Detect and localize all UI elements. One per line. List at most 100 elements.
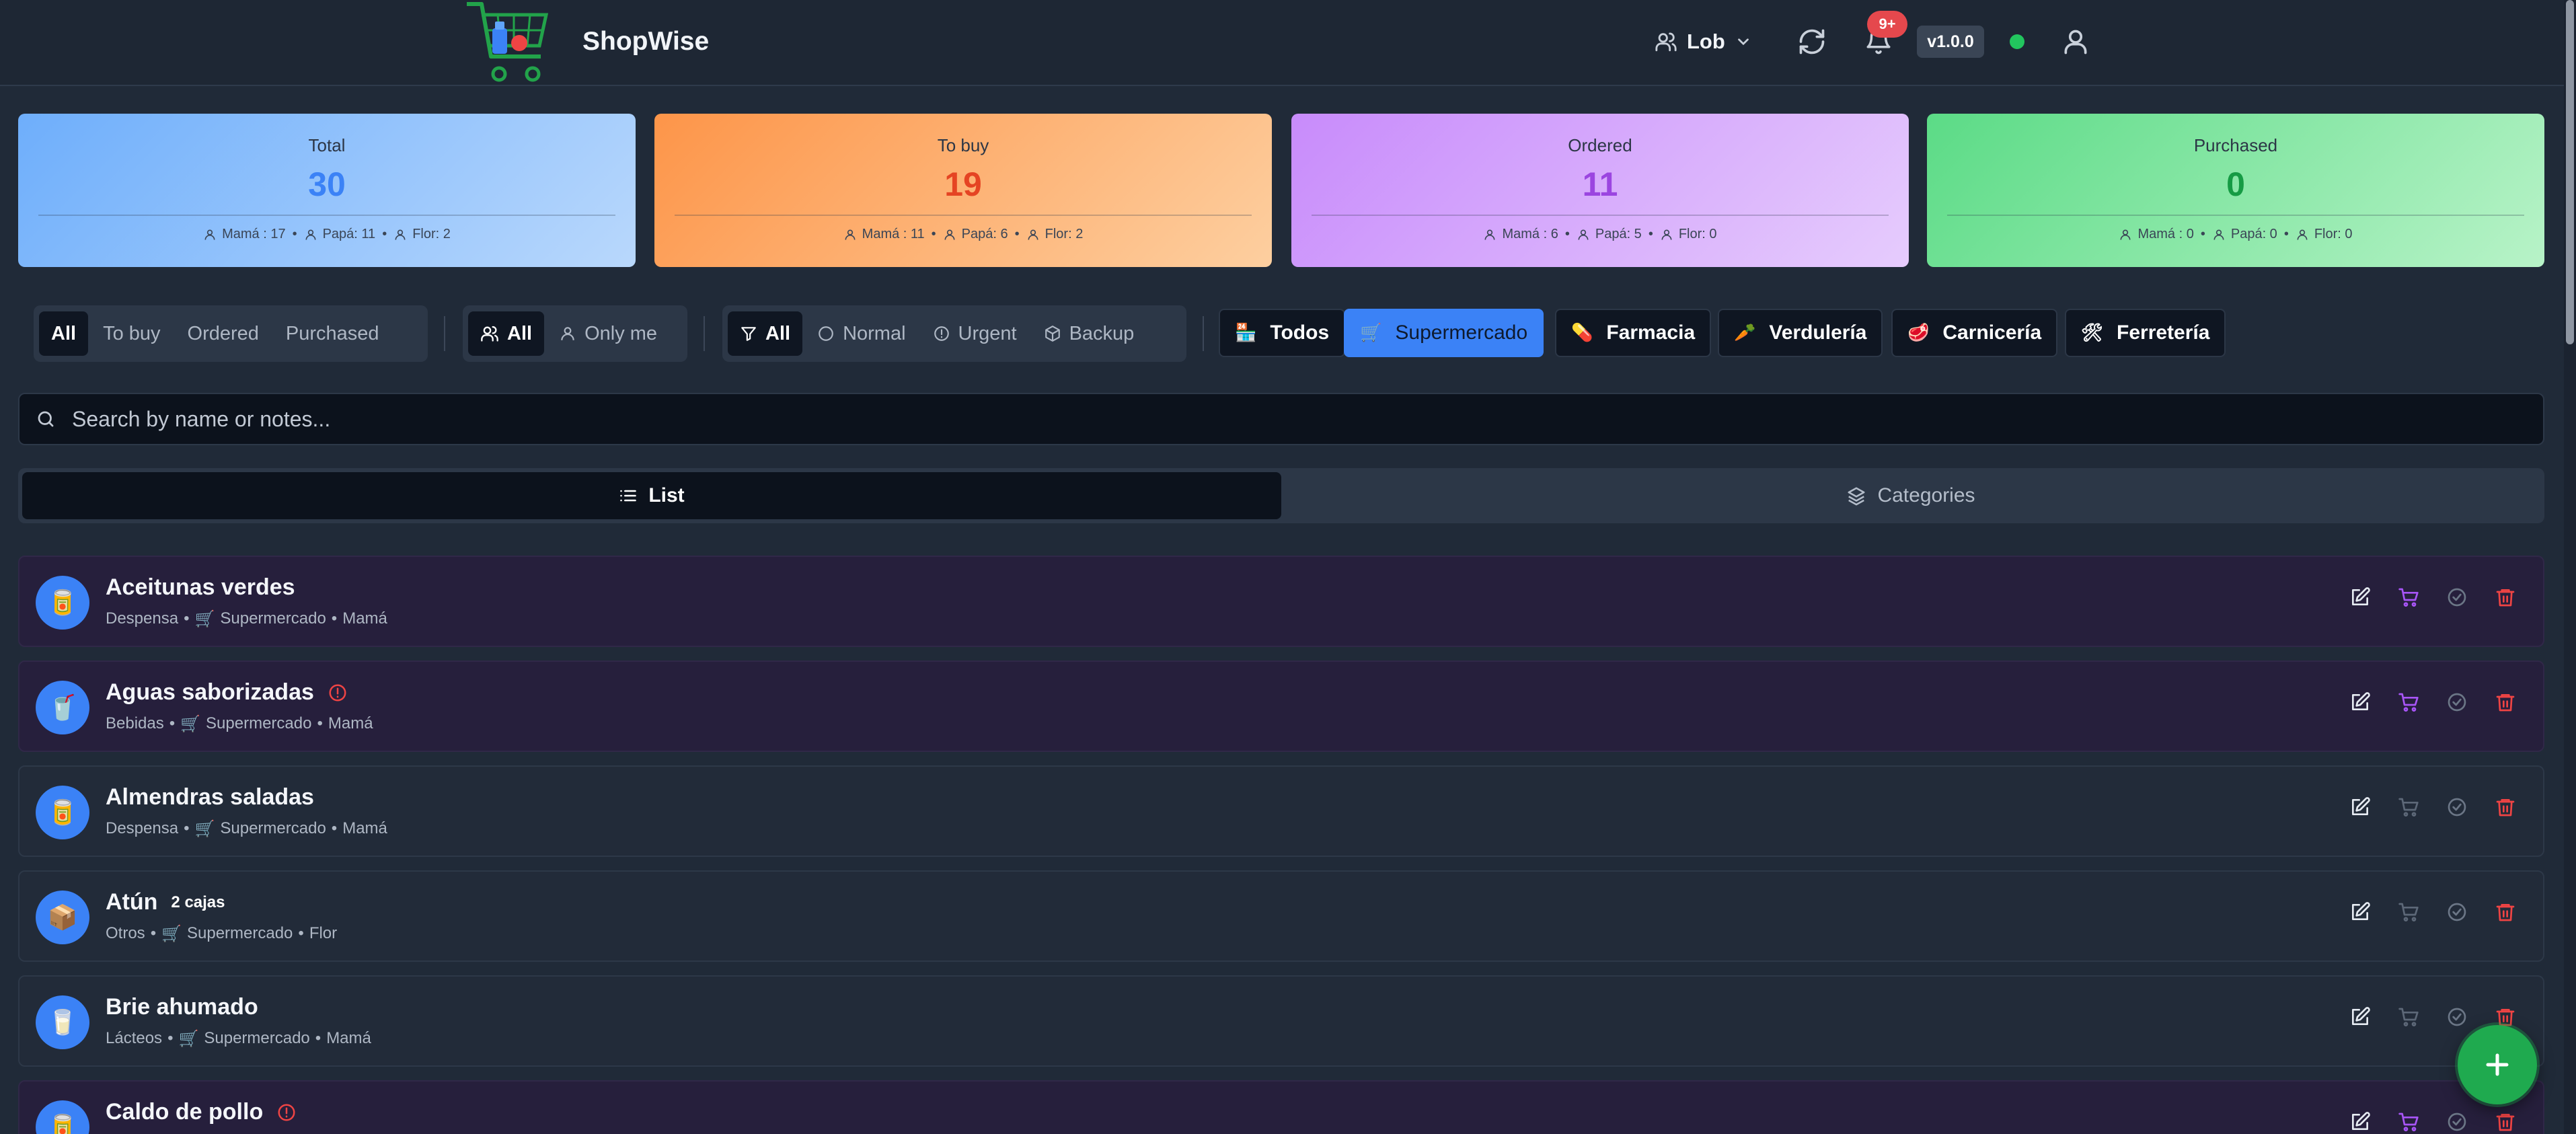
user-switcher[interactable]: Lob: [1655, 26, 1752, 58]
filter-owner-all[interactable]: All: [468, 311, 545, 356]
tab-categories-label: Categories: [1877, 484, 1975, 506]
store-filter-todos[interactable]: 🏪 Todos: [1219, 309, 1346, 357]
meta-separator: •: [150, 924, 157, 942]
filter-owner-only-me[interactable]: Only me: [547, 311, 669, 356]
add-item-button[interactable]: [2458, 1025, 2537, 1104]
filter-priority-normal[interactable]: Normal: [805, 311, 917, 356]
item-category: Despensa: [106, 609, 179, 628]
user-icon: [944, 229, 955, 240]
tab-list-view[interactable]: List: [22, 472, 1281, 519]
list-item[interactable]: 🥫 Almendras saladas Despensa • 🛒 Supermercado…: [18, 765, 2544, 857]
stat-title: Total: [308, 135, 346, 155]
stat-value: 19: [944, 165, 982, 203]
check-circle-icon[interactable]: [2446, 796, 2468, 818]
profile-icon[interactable]: [2061, 27, 2090, 56]
check-circle-icon[interactable]: [2446, 587, 2468, 608]
list-item[interactable]: 🥤 Aguas saborizadas Bebidas • 🛒 Supermercado •…: [18, 660, 2544, 752]
item-store: Supermercado: [220, 819, 326, 837]
trash-icon[interactable]: [2495, 901, 2516, 923]
meta-separator: •: [331, 609, 338, 628]
item-store: Supermercado: [186, 924, 293, 942]
breakdown-mama: Mamá : 6: [1502, 227, 1558, 241]
store-filter-carniceria[interactable]: 🥩 Carnicería: [1891, 309, 2058, 357]
search-input[interactable]: [72, 406, 2543, 432]
user-icon: [561, 327, 574, 340]
cart-icon[interactable]: [2398, 587, 2419, 608]
trash-icon[interactable]: [2495, 691, 2516, 713]
filter-divider: [704, 316, 705, 351]
tab-categories-view[interactable]: Categories: [1281, 472, 2540, 519]
category-avatar-icon: 🥫: [36, 576, 89, 630]
version-badge: v1.0.0: [1917, 26, 1984, 58]
edit-icon[interactable]: [2349, 1111, 2371, 1133]
check-circle-icon[interactable]: [2446, 901, 2468, 923]
store-filter-ferreteria[interactable]: 🛠 Ferretería: [2065, 309, 2226, 357]
cart-icon[interactable]: [2398, 901, 2419, 923]
item-name: Aceitunas verdes: [106, 574, 295, 600]
item-name-row: Brie ahumado: [106, 994, 258, 1020]
plus-icon: [2486, 1053, 2509, 1076]
edit-icon[interactable]: [2349, 1006, 2371, 1028]
item-actions: [2349, 691, 2516, 713]
filter-priority-backup[interactable]: Backup: [1032, 311, 1147, 356]
page-scrollbar-thumb[interactable]: [2566, 0, 2574, 344]
breakdown-papa: Papá: 11: [322, 227, 376, 241]
filter-status-purchased[interactable]: Purchased: [274, 311, 391, 356]
store-filter-verduleria[interactable]: 🥕 Verdulería: [1718, 309, 1883, 357]
trash-icon[interactable]: [2495, 1111, 2516, 1133]
cart-icon[interactable]: [2398, 691, 2419, 713]
cart-icon[interactable]: [2398, 1006, 2419, 1028]
meta-separator: •: [169, 714, 176, 732]
item-quantity: 2 cajas: [171, 893, 225, 911]
filter-priority-all[interactable]: All: [728, 311, 803, 356]
item-meta: Despensa • 🛒 Supermercado • Mamá: [106, 609, 387, 628]
list-item[interactable]: 🥫 Caldo de pollo: [18, 1080, 2544, 1134]
filter-status-ordered[interactable]: Ordered: [176, 311, 271, 356]
stat-card-total[interactable]: Total 30 Mamá : 17 • Papá: 11 • Flor: 2: [18, 114, 636, 267]
chevron-down-icon: [1737, 38, 1749, 46]
filter-status-all[interactable]: All: [39, 311, 89, 356]
refresh-icon[interactable]: [1797, 27, 1827, 56]
filter-owner-all-label: All: [507, 322, 533, 344]
cart-icon[interactable]: [2398, 796, 2419, 818]
category-avatar-icon: 📦: [36, 891, 89, 944]
store-label: Verdulería: [1769, 322, 1867, 344]
check-circle-icon[interactable]: [2446, 1111, 2468, 1133]
item-name-row: Almendras saladas: [106, 784, 314, 810]
filter-priority-urgent[interactable]: Urgent: [921, 311, 1029, 356]
users-icon: [1655, 32, 1677, 52]
edit-icon[interactable]: [2349, 587, 2371, 608]
stat-card-ordered[interactable]: Ordered 11 Mamá : 6 • Papá: 5 • Flor: 0: [1291, 114, 1909, 267]
cart-icon: 🛒: [194, 819, 215, 838]
breakdown-mama: Mamá : 0: [2137, 227, 2194, 241]
breakdown-papa: Papá: 6: [961, 227, 1008, 241]
stat-breakdown: Mamá : 0 • Papá: 0 • Flor: 0: [1927, 227, 2544, 242]
stat-card-to-buy[interactable]: To buy 19 Mamá : 11 • Papá: 6 • Flor: 2: [654, 114, 1272, 267]
store-filter-supermercado[interactable]: 🛒 Supermercado: [1344, 309, 1544, 357]
edit-icon[interactable]: [2349, 691, 2371, 713]
store-label: Ferretería: [2117, 322, 2210, 344]
trash-icon[interactable]: [2495, 587, 2516, 608]
check-circle-icon[interactable]: [2446, 1006, 2468, 1028]
filter-status-to-buy[interactable]: To buy: [91, 311, 172, 356]
list-item[interactable]: 🥫 Aceitunas verdes Despensa • 🛒 Supermercado •…: [18, 556, 2544, 647]
stat-card-purchased[interactable]: Purchased 0 Mamá : 0 • Papá: 0 • Flor: 0: [1927, 114, 2544, 267]
cart-icon: 🛒: [178, 1029, 199, 1048]
item-meta: Lácteos • 🛒 Supermercado • Mamá: [106, 1029, 371, 1048]
shopping-cart-logo-icon[interactable]: [461, 0, 556, 85]
item-store: Supermercado: [206, 714, 312, 732]
priority-filter-group: All Normal Urgent Backup: [722, 305, 1186, 362]
filter-priority-backup-label: Backup: [1069, 322, 1135, 344]
meta-separator: •: [317, 714, 323, 732]
cart-icon[interactable]: [2398, 1111, 2419, 1133]
item-owner: Mamá: [342, 819, 387, 837]
list-item[interactable]: 📦 Atún 2 cajas Otros • 🛒 Supermercado • Flor: [18, 870, 2544, 962]
edit-icon[interactable]: [2349, 901, 2371, 923]
user-icon: [2213, 229, 2224, 240]
list-item[interactable]: 🥛 Brie ahumado Lácteos • 🛒 Supermercado • Mamá: [18, 975, 2544, 1067]
check-circle-icon[interactable]: [2446, 691, 2468, 713]
trash-icon[interactable]: [2495, 796, 2516, 818]
store-filter-farmacia[interactable]: 💊 Farmacia: [1555, 309, 1712, 357]
stat-breakdown: Mamá : 11 • Papá: 6 • Flor: 2: [654, 227, 1272, 242]
edit-icon[interactable]: [2349, 796, 2371, 818]
